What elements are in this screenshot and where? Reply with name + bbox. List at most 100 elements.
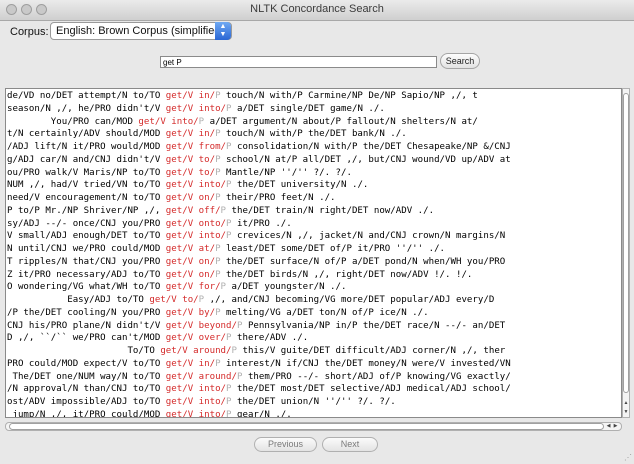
line-right-context: it/PRO ./. — [231, 218, 292, 229]
concordance-line: CNJ his/PRO plane/N didn't/V get/V beyon… — [7, 320, 511, 333]
line-keyword: get/ — [165, 142, 188, 152]
horizontal-scroll-thumb[interactable] — [9, 423, 604, 430]
concordance-line: D ,/, ``/`` we/PRO can't/MOD get/V over/… — [7, 332, 511, 345]
line-keyword: get/ — [165, 205, 188, 216]
line-left-context: V small/ADJ enough/DET to/TO — [7, 231, 166, 242]
window-title: NLTK Concordance Search — [250, 3, 384, 15]
line-keyword: get/ — [165, 129, 188, 140]
line-right-word: in/ — [193, 358, 216, 369]
concordance-line: de/VD no/DET attempt/N to/TO get/V in/P … — [7, 90, 511, 103]
line-right-word: into/ — [193, 180, 227, 191]
line-keyword: get/ — [165, 320, 188, 331]
line-right-word: from/ — [193, 142, 227, 152]
concordance-line: /N approval/N than/CNJ to/TO get/V into/… — [7, 383, 511, 396]
line-right-context: them/PRO --/- short/ADJ of/P knowing/VG … — [242, 371, 511, 382]
line-left-context: /ADJ lift/N it/PRO would/MOD — [7, 142, 166, 152]
line-left-context: /P the/DET cooling/N you/PRO — [7, 307, 166, 318]
line-right-context: the/DET most/DET selective/ADJ medical/A… — [231, 384, 511, 395]
previous-button[interactable]: Previous — [254, 437, 317, 452]
vertical-scrollbar[interactable]: ▲ ▼ — [622, 88, 630, 418]
line-left-context: g/ADJ car/N and/CNJ didn't/V — [7, 154, 166, 165]
line-right-context: the/DET union/N ''/'' ?/. ?/. — [231, 397, 396, 407]
search-button[interactable]: Search — [440, 53, 480, 69]
line-left-context: To/TO — [7, 346, 161, 356]
concordance-line: NUM ,/, had/V tried/VN to/TO get/V into/… — [7, 179, 511, 192]
line-right-word: on/ — [193, 269, 216, 280]
vertical-scroll-thumb[interactable] — [623, 93, 629, 393]
concordance-line: P to/P Mr./NP Shriver/NP ,/, get/V off/P… — [7, 205, 511, 218]
line-left-context: NUM ,/, had/V tried/VN to/TO — [7, 180, 166, 191]
line-right-context: gear/N ./. — [231, 409, 292, 418]
line-left-context: P to/P Mr./NP Shriver/NP ,/, — [7, 205, 166, 216]
line-right-context: this/V guite/DET difficult/ADJ corner/N … — [237, 346, 506, 356]
line-left-context: You/PRO can/MOD — [7, 116, 139, 127]
line-left-context: need/V encouragement/N to/TO — [7, 193, 166, 203]
scroll-right-arrow-icon[interactable]: ▶ — [612, 422, 619, 430]
corpus-select[interactable]: English: Brown Corpus (simplified) ▲ ▼ — [50, 22, 232, 40]
scroll-up-arrow-icon[interactable]: ▲ — [623, 399, 629, 407]
line-left-context: jump/N ,/, it/PRO could/MOD — [7, 409, 166, 418]
concordance-line: /ADJ lift/N it/PRO would/MOD get/V from/… — [7, 141, 511, 154]
concordance-line: sy/ADJ --/- once/CNJ you/PRO get/V onto/… — [7, 218, 511, 231]
line-right-word: off/ — [193, 205, 221, 216]
line-right-context: the/DET birds/N ,/, right/DET now/ADV !/… — [220, 269, 473, 280]
line-keyword: get/ — [165, 397, 188, 407]
concordance-results[interactable]: de/VD no/DET attempt/N to/TO get/V in/P … — [5, 88, 622, 418]
line-right-context: the/DET university/N ./. — [231, 180, 369, 191]
line-left-context: PRO could/MOD expect/V to/TO — [7, 358, 166, 369]
line-right-word: for/ — [193, 282, 221, 293]
line-right-word: over/ — [193, 333, 227, 344]
line-keyword: get/ — [165, 167, 188, 178]
concordance-line: Easy/ADJ to/TO get/V to/P ,/, and/CNJ be… — [7, 294, 511, 307]
line-right-context: ,/, and/CNJ becoming/VG more/DET popular… — [204, 295, 495, 305]
concordance-line: T ripples/N that/CNJ you/PRO get/V on/P … — [7, 256, 511, 269]
line-right-context: crevices/N ,/, jacket/N and/CNJ crown/N … — [231, 231, 506, 242]
line-right-word: into/ — [193, 231, 227, 242]
line-right-word: around/ — [193, 371, 237, 382]
line-keyword: get/ — [165, 282, 188, 293]
resize-grip-icon[interactable]: ⋰ — [624, 453, 632, 462]
line-left-context: ost/ADV impossible/ADJ to/TO — [7, 397, 166, 407]
line-left-context: D ,/, ``/`` we/PRO can't/MOD — [7, 333, 166, 344]
line-right-word: at/ — [193, 244, 216, 254]
line-right-word: into/ — [193, 409, 227, 418]
line-left-context: CNJ his/PRO plane/N didn't/V — [7, 320, 166, 331]
line-right-word: around/ — [187, 346, 232, 356]
line-left-context: The/DET one/NUM way/N to/TO — [7, 371, 166, 382]
concordance-line: You/PRO can/MOD get/V into/P a/DET argum… — [7, 116, 511, 129]
line-keyword: get/ — [165, 256, 188, 267]
concordance-line: need/V encouragement/N to/TO get/V on/P … — [7, 192, 511, 205]
line-keyword: get/ — [165, 409, 188, 418]
line-left-context: de/VD no/DET attempt/N to/TO — [7, 91, 166, 101]
scroll-down-arrow-icon[interactable]: ▼ — [623, 408, 629, 416]
line-keyword: get/ — [165, 333, 188, 344]
line-right-word: by/ — [193, 307, 216, 318]
line-right-word: to/ — [193, 167, 216, 178]
line-left-context: T ripples/N that/CNJ you/PRO — [7, 256, 166, 267]
next-button[interactable]: Next — [322, 437, 378, 452]
line-keyword: get/ — [165, 154, 188, 165]
concordance-line: The/DET one/NUM way/N to/TO get/V around… — [7, 371, 511, 384]
horizontal-scrollbar[interactable]: ◀ ▶ — [5, 422, 622, 431]
line-right-word: on/ — [193, 256, 216, 267]
line-left-context: Z it/PRO necessary/ADJ to/TO — [7, 269, 166, 280]
line-right-context: touch/N with/P Carmine/NP De/NP Sapio/NP… — [220, 91, 478, 101]
line-keyword: get/ — [165, 307, 188, 318]
concordance-line: V small/ADJ enough/DET to/TO get/V into/… — [7, 230, 511, 243]
concordance-line: ost/ADV impossible/ADJ to/TO get/V into/… — [7, 396, 511, 409]
line-right-context: melting/VG a/DET ton/N of/P ice/N ./. — [220, 307, 429, 318]
line-right-word: into/ — [165, 116, 199, 127]
line-right-context: touch/N with/P the/DET bank/N ./. — [220, 129, 407, 140]
line-left-context: Easy/ADJ to/TO — [7, 295, 150, 305]
line-right-context: consolidation/N with/P the/DET Chesapeak… — [231, 142, 511, 152]
line-right-context: a/DET youngster/N ./. — [226, 282, 347, 293]
line-right-context: the/DET surface/N of/P a/DET pond/N when… — [220, 256, 506, 267]
line-left-context: t/N certainly/ADV should/MOD — [7, 129, 166, 140]
line-right-context: Mantle/NP ''/'' ?/. ?/. — [220, 167, 352, 178]
line-left-context: ou/PRO walk/V Maris/NP to/TO — [7, 167, 166, 178]
title-bar: NLTK Concordance Search — [0, 0, 634, 21]
search-input[interactable] — [160, 56, 437, 68]
line-right-context: school/N at/P all/DET ,/, but/CNJ wound/… — [220, 154, 511, 165]
line-right-context: a/DET single/DET game/N ./. — [231, 103, 385, 114]
scroll-left-arrow-icon[interactable]: ◀ — [605, 422, 612, 430]
